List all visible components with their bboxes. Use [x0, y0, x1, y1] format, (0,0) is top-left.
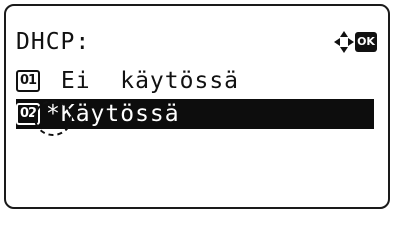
option-label: Ei käytössä — [46, 68, 240, 94]
nav-ok-indicator: OK — [333, 30, 389, 54]
option-row-enabled-selected[interactable]: 02 *Käytössä — [16, 99, 374, 129]
four-way-arrow-icon — [334, 31, 354, 53]
screen-title: DHCP: — [16, 29, 91, 55]
option-number-badge: 02 — [16, 103, 40, 125]
option-number-badge: 01 — [16, 70, 40, 92]
ok-key-icon: OK — [355, 32, 377, 52]
lcd-panel: DHCP: OK 01 Ei käytössä 02 *Käytössä — [4, 4, 390, 209]
option-row-disabled[interactable]: 01 Ei käytössä — [16, 66, 326, 96]
option-label: *Käytössä — [46, 101, 180, 127]
